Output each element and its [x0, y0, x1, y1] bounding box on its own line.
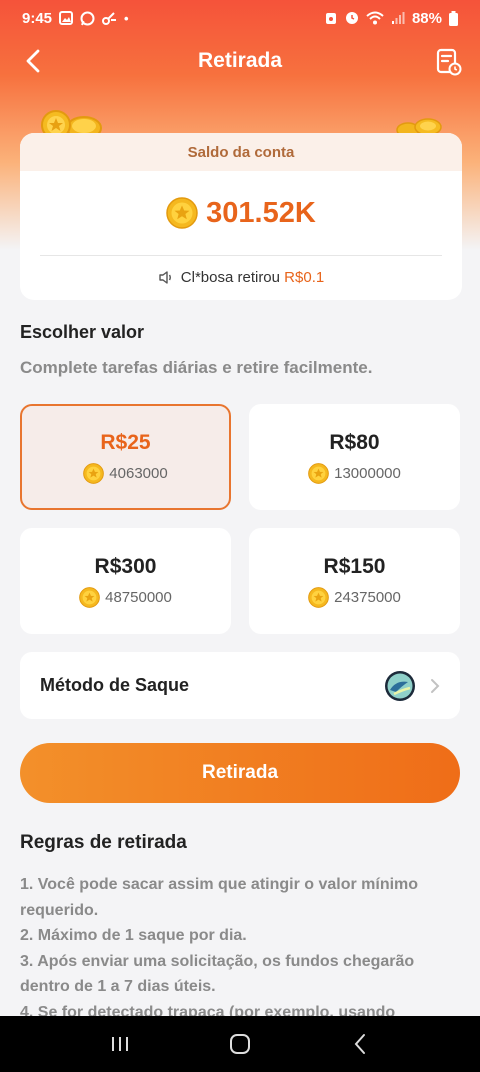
- amount-value: R$80: [329, 430, 380, 454]
- amount-option-2[interactable]: R$80 13000000: [249, 404, 460, 510]
- gold-coin-icon: [308, 462, 329, 484]
- balance-amount: 301.52K: [206, 196, 316, 229]
- rules-title: Regras de retirada: [20, 832, 187, 853]
- battery-icon: [449, 10, 458, 26]
- amount-value: R$300: [94, 554, 157, 578]
- method-right: [384, 670, 440, 702]
- back-arrow-icon: [354, 1034, 365, 1054]
- speaker-icon: [159, 271, 171, 284]
- clock-icon: [345, 12, 358, 24]
- gold-coin-icon: [79, 586, 100, 608]
- ticker-amount: R$0.1: [284, 269, 325, 286]
- more-notifications-dot-icon: •: [124, 10, 129, 26]
- gold-coin-icon: [308, 586, 329, 608]
- wifi-icon: [366, 11, 384, 25]
- status-right: 88%: [324, 10, 458, 27]
- chevron-right-icon: [431, 678, 440, 693]
- balance-amount-row: 301.52K: [20, 171, 462, 255]
- gold-coin-icon: [83, 462, 105, 484]
- back-button[interactable]: [18, 46, 48, 76]
- ticker-text: Cl*bosa retirou: [180, 269, 285, 286]
- amount-coins: 24375000: [308, 586, 401, 608]
- amount-option-4[interactable]: R$150 24375000: [249, 528, 460, 634]
- rules-list: 1. Você pode sacar assim que atingir o v…: [20, 872, 460, 1025]
- gold-coin-icon: [166, 197, 198, 229]
- choose-value-subtitle: Complete tarefas diárias e retire facilm…: [20, 358, 373, 377]
- rule-item: 2. Máximo de 1 saque por dia.: [20, 927, 247, 944]
- withdraw-ticker: Cl*bosa retirou R$0.1: [20, 256, 462, 299]
- status-left: 9:45 •: [22, 10, 129, 27]
- pix-payment-icon: [385, 670, 415, 701]
- recent-apps-button[interactable]: [100, 1024, 140, 1064]
- alarm-icon: [325, 13, 336, 24]
- page-title: Retirada: [197, 49, 283, 72]
- status-bar: 9:45 • 88%: [0, 0, 480, 36]
- rule-item: 1. Você pode sacar assim que atingir o v…: [20, 876, 419, 919]
- rule-item: 3. Após enviar uma solicitação, os fundo…: [20, 952, 415, 996]
- home-button[interactable]: [220, 1024, 260, 1064]
- signal-icon: [391, 12, 405, 24]
- amount-coins: 13000000: [308, 462, 401, 484]
- top-nav-bar: Retirada: [0, 36, 480, 86]
- home-icon: [230, 1034, 250, 1054]
- amount-coin-count: 13000000: [334, 464, 401, 482]
- amount-value: R$25: [100, 430, 151, 454]
- withdraw-method-row[interactable]: Método de Saque: [20, 652, 460, 719]
- amount-value: R$150: [323, 554, 386, 578]
- balance-label: Saldo da conta: [20, 133, 462, 171]
- choose-value-title: Escolher valor: [20, 322, 145, 342]
- amount-option-3[interactable]: R$300 48750000: [20, 528, 231, 634]
- system-back-button[interactable]: [340, 1024, 380, 1064]
- balance-card: Saldo da conta 301.52K Cl*bosa retirou R…: [20, 133, 462, 300]
- app-notification-icon: [102, 11, 117, 25]
- chevron-left-icon: [26, 49, 40, 73]
- withdraw-method-label: Método de Saque: [40, 675, 190, 695]
- history-button[interactable]: [436, 48, 462, 76]
- amount-coin-count: 24375000: [334, 588, 401, 606]
- whatsapp-notification-icon: [80, 11, 95, 25]
- amount-coins: 48750000: [79, 586, 172, 608]
- withdraw-button[interactable]: Retirada: [20, 743, 460, 803]
- history-record-icon: [436, 48, 462, 76]
- amount-coin-count: 48750000: [105, 588, 172, 606]
- amount-coin-count: 4063000: [109, 464, 168, 482]
- amount-coins: 4063000: [83, 462, 168, 484]
- amount-option-1[interactable]: R$25 4063000: [20, 404, 231, 510]
- status-time: 9:45: [22, 9, 53, 27]
- battery-percent: 88%: [411, 9, 442, 27]
- system-navigation-bar: [0, 1016, 480, 1072]
- recent-apps-icon: [112, 1037, 128, 1051]
- gallery-notification-icon: [59, 11, 74, 25]
